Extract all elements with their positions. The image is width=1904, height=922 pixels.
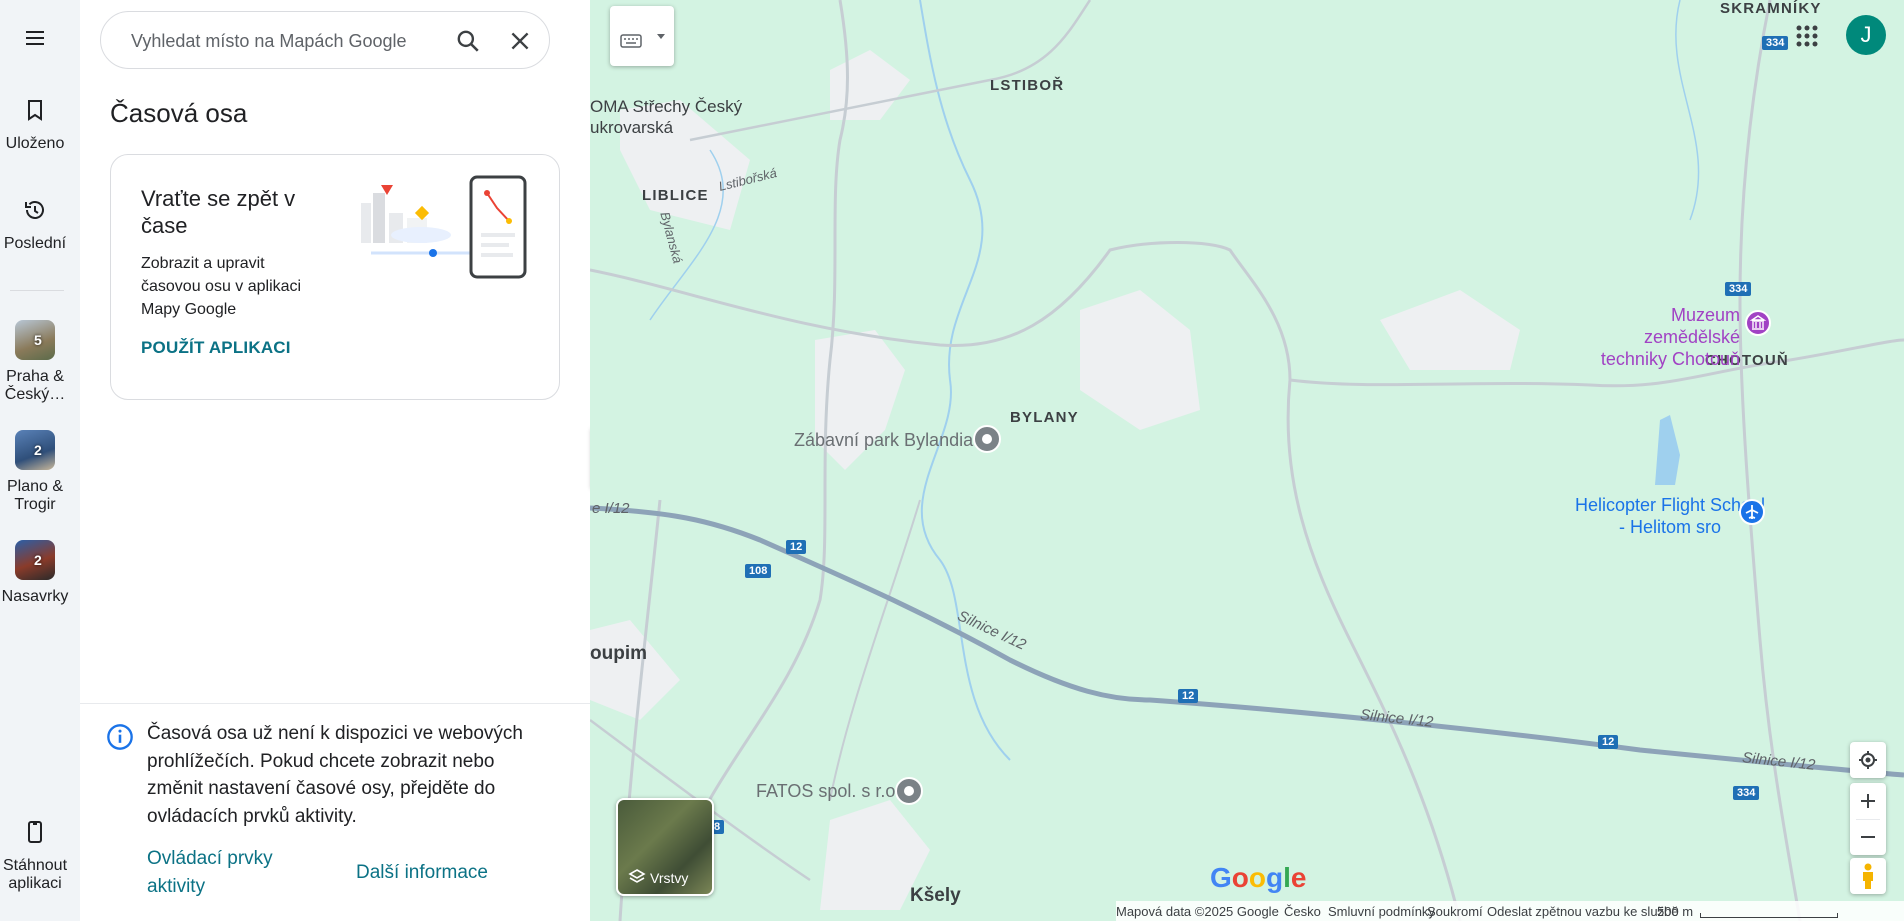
layers-icon bbox=[628, 869, 646, 883]
input-tools-button[interactable] bbox=[610, 6, 674, 66]
scale-bar bbox=[1700, 913, 1838, 918]
list-thumbnail: 5 bbox=[15, 320, 55, 360]
terms-link[interactable]: Smluvní podmínky bbox=[1328, 904, 1435, 919]
zoom-control bbox=[1850, 783, 1886, 855]
card-heading: Vraťte se zpět v čase bbox=[141, 186, 296, 238]
keyboard-icon bbox=[620, 34, 642, 48]
road-shield: 108 bbox=[745, 564, 772, 578]
airport-icon[interactable] bbox=[1738, 498, 1766, 526]
road-shield: 334 bbox=[1733, 786, 1760, 800]
poi-label[interactable]: Zábavní park Bylandia bbox=[794, 430, 973, 451]
apps-grid-icon[interactable] bbox=[1796, 25, 1818, 47]
download-label: Stáhnout bbox=[2, 857, 68, 874]
search-input[interactable] bbox=[129, 26, 423, 56]
road-label: e I/12 bbox=[592, 500, 630, 517]
poi-label[interactable]: FATOS spol. s r.o bbox=[756, 781, 895, 802]
layers-button[interactable]: Vrstvy bbox=[616, 798, 714, 896]
list-plano[interactable]: 2 Plano & Trogir bbox=[0, 430, 70, 514]
list-nasavrky[interactable]: 2 Nasavrky bbox=[0, 540, 70, 606]
info-text: Časová osa už není k dispozici ve webový… bbox=[147, 723, 523, 827]
zoom-divider bbox=[1856, 819, 1880, 820]
list-label: Nasavrky bbox=[1, 588, 69, 605]
rail-divider bbox=[10, 290, 64, 291]
recent-label: Poslední bbox=[3, 235, 67, 252]
saved-label: Uloženo bbox=[5, 135, 65, 152]
country-link[interactable]: Česko bbox=[1284, 904, 1321, 919]
town-label: SKRAMNÍKY bbox=[1720, 0, 1822, 17]
download-label: aplikaci bbox=[8, 875, 62, 892]
feedback-link[interactable]: Odeslat zpětnou vazbu ke službě bbox=[1487, 904, 1679, 919]
phone-icon bbox=[28, 821, 42, 843]
timeline-promo-card: Vraťte se zpět v čase Zobrazit a upravit… bbox=[110, 154, 560, 400]
map-canvas[interactable]: J SKRAMNÍKY LSTIBOŘ LIBLICE BYLANY CHOTO… bbox=[590, 0, 1904, 921]
my-location-icon bbox=[1859, 751, 1877, 769]
place-label: OMA Střechy Český bbox=[590, 97, 743, 116]
list-label: Praha & bbox=[6, 368, 64, 385]
town-label: LSTIBOŘ bbox=[990, 77, 1065, 94]
timeline-illustration-icon bbox=[361, 175, 527, 279]
activity-controls-link[interactable]: Ovládací prvky aktivity bbox=[147, 845, 297, 900]
layers-label: Vrstvy bbox=[650, 870, 689, 886]
menu-button[interactable] bbox=[0, 26, 70, 63]
use-app-button[interactable]: POUŽÍT APLIKACI bbox=[141, 338, 291, 358]
road-shield: 12 bbox=[1178, 689, 1199, 703]
page-title: Časová osa bbox=[110, 98, 248, 128]
search-box bbox=[100, 11, 550, 69]
place-label: oupim bbox=[590, 643, 647, 664]
list-thumbnail: 2 bbox=[15, 540, 55, 580]
poi-pin-icon[interactable] bbox=[894, 776, 924, 806]
saved-button[interactable]: Uloženo bbox=[0, 98, 70, 153]
road-shield: 12 bbox=[1598, 735, 1619, 749]
street-view-button[interactable] bbox=[1850, 858, 1886, 894]
scale-label[interactable]: 500 m bbox=[1657, 904, 1693, 919]
card-text: Zobrazit a upravit časovou osu v aplikac… bbox=[141, 255, 302, 318]
road-shield: 334 bbox=[1762, 36, 1789, 50]
timeline-info-section: Časová osa už není k dispozici ve webový… bbox=[80, 703, 590, 922]
road-shield: 12 bbox=[786, 540, 807, 554]
account-avatar[interactable]: J bbox=[1846, 15, 1886, 55]
info-icon bbox=[107, 724, 133, 750]
hamburger-menu-icon bbox=[26, 31, 44, 45]
map-footer: Mapová data ©2025 Google Česko Smluvní p… bbox=[1116, 901, 1904, 921]
close-icon[interactable] bbox=[507, 28, 533, 54]
pegman-icon bbox=[1863, 863, 1873, 889]
town-label: LIBLICE bbox=[642, 187, 709, 204]
side-panel: Časová osa Vraťte se zpět v čase Zobrazi… bbox=[80, 0, 590, 921]
list-label: Český… bbox=[4, 386, 66, 403]
museum-icon[interactable] bbox=[1744, 309, 1772, 337]
bookmark-icon bbox=[28, 100, 42, 121]
town-label: BYLANY bbox=[1010, 409, 1079, 426]
poi-pin-icon[interactable] bbox=[972, 424, 1002, 454]
zoom-out-icon[interactable] bbox=[1860, 829, 1876, 845]
place-label: ukrovarská bbox=[590, 118, 674, 137]
download-app-button[interactable]: Stáhnout aplikaci bbox=[0, 820, 70, 893]
privacy-link[interactable]: Soukromí bbox=[1427, 904, 1483, 919]
recent-button[interactable]: Poslední bbox=[0, 198, 70, 253]
zoom-in-icon[interactable] bbox=[1860, 793, 1876, 809]
navigation-rail: Uloženo Poslední 5 Praha & Český… 2 Plan… bbox=[0, 0, 80, 921]
history-icon bbox=[25, 201, 44, 219]
map-data-credit: Mapová data ©2025 Google bbox=[1116, 904, 1279, 919]
chevron-down-icon bbox=[657, 34, 665, 39]
google-logo: Google bbox=[1210, 862, 1307, 893]
list-label: Plano & bbox=[6, 478, 64, 495]
list-thumbnail: 2 bbox=[15, 430, 55, 470]
list-label: Trogir bbox=[14, 496, 56, 513]
more-info-link[interactable]: Další informace bbox=[356, 859, 488, 887]
my-location-button[interactable] bbox=[1850, 742, 1886, 778]
list-praha[interactable]: 5 Praha & Český… bbox=[0, 320, 70, 404]
place-label: Kšely bbox=[910, 885, 961, 906]
poi-label[interactable]: Muzeum zemědělské techniky Chotouň bbox=[1580, 304, 1740, 370]
search-icon[interactable] bbox=[455, 28, 481, 54]
road-shield: 334 bbox=[1725, 282, 1752, 296]
